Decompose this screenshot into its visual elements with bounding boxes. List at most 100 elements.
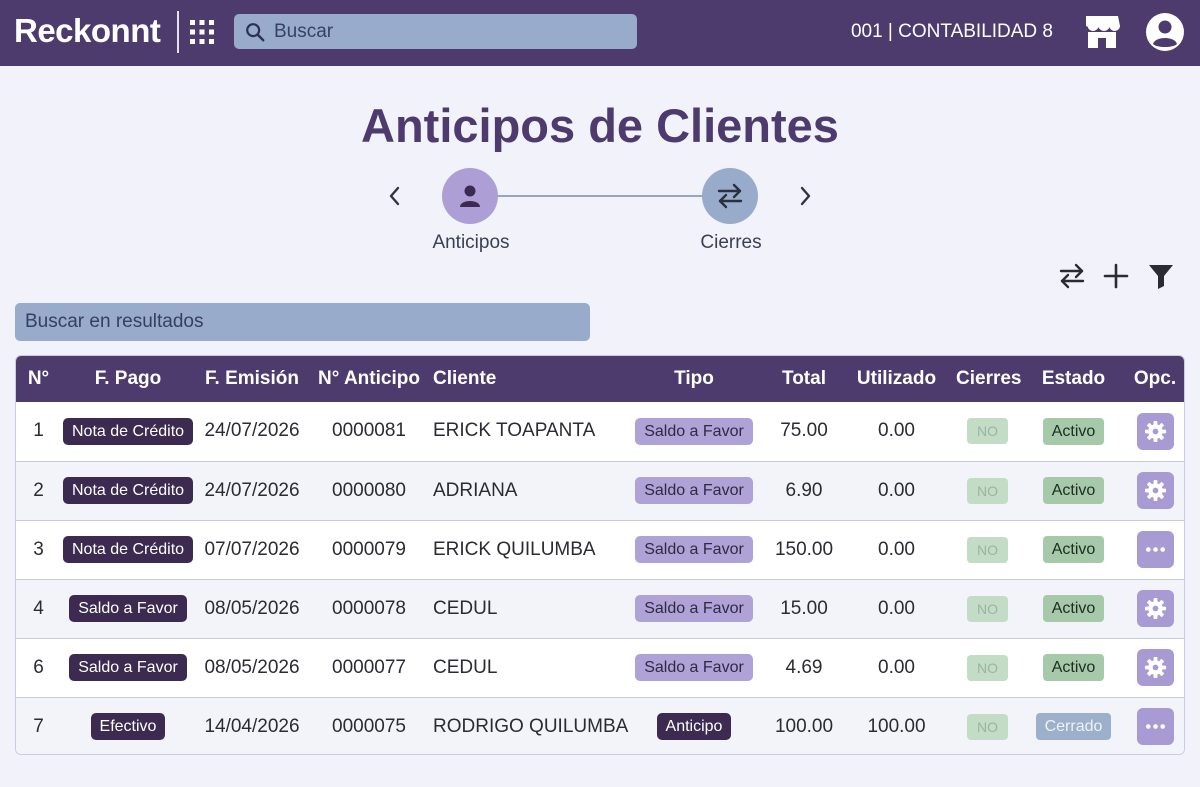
cell-total: 4.69 [785, 656, 823, 678]
column-header-fecha-emision[interactable]: F. Emisión [195, 356, 309, 402]
cell-fecha-emision: 14/04/2026 [204, 715, 300, 737]
chevron-right-icon[interactable] [793, 183, 817, 209]
status-badge: Cerrado [1035, 713, 1112, 741]
column-header-utilizado[interactable]: Utilizado [839, 356, 954, 402]
cell-numero: 2 [33, 479, 44, 501]
status-badge: Activo [1042, 654, 1105, 681]
cell-total: 150.00 [774, 538, 834, 560]
cell-utilizado: 0.00 [878, 656, 915, 678]
type-badge: Saldo a Favor [635, 595, 753, 622]
cell-utilizado: 0.00 [878, 420, 915, 442]
table-row[interactable]: 7 Efectivo 14/04/2026 0000075 RODRIGO QU… [16, 697, 1184, 754]
step-label-anticipos: Anticipos [432, 232, 510, 253]
page-title: Anticipos de Clientes [361, 99, 839, 152]
cell-fecha-pago: Efectivo [61, 697, 195, 754]
cierres-badge: NO [967, 418, 1008, 445]
cell-cliente: RODRIGO QUILUMBA [433, 715, 629, 737]
cell-cierres: NO [954, 579, 1021, 638]
row-options-button[interactable] [1136, 708, 1174, 746]
cell-numero: 4 [33, 597, 44, 619]
cell-numero: 3 [33, 538, 44, 560]
cell-tipo: Saldo a Favor [619, 520, 769, 579]
user-account-icon[interactable] [1145, 12, 1185, 52]
column-header-total[interactable]: Total [769, 356, 839, 402]
row-options-button[interactable] [1136, 590, 1174, 627]
row-options-button[interactable] [1136, 649, 1174, 686]
payment-method-badge: Saldo a Favor [69, 654, 187, 681]
cell-tipo: Saldo a Favor [619, 579, 769, 638]
brand-logo[interactable]: Reckonnt [14, 10, 161, 52]
cell-total: 6.90 [785, 479, 823, 501]
status-badge: Activo [1042, 477, 1105, 504]
cierres-badge: NO [967, 713, 1008, 740]
cell-cliente: CEDUL [433, 597, 498, 619]
cell-opciones [1126, 461, 1184, 520]
cell-tipo: Saldo a Favor [619, 638, 769, 697]
search-icon [246, 23, 265, 42]
cell-estado: Cerrado [1021, 697, 1126, 754]
column-header-numero-anticipo[interactable]: N° Anticipo [309, 356, 429, 402]
cell-estado: Activo [1021, 461, 1126, 520]
column-header-cliente[interactable]: Cliente [429, 356, 619, 402]
cell-opciones [1126, 402, 1184, 461]
cell-fecha-pago: Nota de Crédito [61, 461, 195, 520]
cierres-badge: NO [967, 595, 1008, 622]
step-anticipos[interactable] [442, 168, 498, 224]
cell-numero: 6 [33, 656, 44, 678]
plus-icon[interactable] [1102, 262, 1130, 290]
more-icon [1145, 547, 1165, 552]
column-header-numero[interactable]: N° [16, 356, 61, 402]
cell-tipo: Saldo a Favor [619, 461, 769, 520]
type-badge: Saldo a Favor [635, 654, 753, 681]
type-badge: Anticipo [656, 713, 732, 741]
cell-fecha-emision: 24/07/2026 [204, 420, 300, 442]
apps-grid-icon[interactable] [189, 19, 215, 45]
table-row[interactable]: 2 Nota de Crédito 24/07/2026 0000080 ADR… [16, 461, 1184, 520]
cell-cliente: ERICK QUILUMBA [433, 538, 596, 560]
stepper-connector [498, 195, 704, 197]
step-cierres[interactable] [702, 168, 758, 224]
table-header-row: N° F. Pago F. Emisión N° Anticipo Client… [16, 356, 1184, 402]
filter-icon[interactable] [1147, 262, 1175, 290]
anticipos-table: N° F. Pago F. Emisión N° Anticipo Client… [15, 355, 1185, 755]
table-row[interactable]: 1 Nota de Crédito 24/07/2026 0000081 ERI… [16, 402, 1184, 461]
cell-fecha-pago: Nota de Crédito [61, 402, 195, 461]
store-icon[interactable] [1082, 12, 1122, 50]
results-search-input[interactable] [25, 303, 580, 341]
global-search-input[interactable] [274, 14, 624, 49]
row-options-button[interactable] [1136, 531, 1174, 568]
column-header-tipo[interactable]: Tipo [619, 356, 769, 402]
cell-utilizado: 0.00 [878, 479, 915, 501]
row-options-button[interactable] [1136, 412, 1174, 450]
column-header-estado[interactable]: Estado [1021, 356, 1126, 402]
cell-total: 100.00 [774, 715, 834, 737]
cell-utilizado: 0.00 [878, 538, 915, 560]
status-badge: Activo [1042, 595, 1105, 622]
swap-icon[interactable] [1058, 262, 1086, 290]
brand-divider [177, 11, 179, 53]
row-options-button[interactable] [1136, 472, 1174, 509]
cierres-badge: NO [967, 477, 1008, 504]
column-header-cierres[interactable]: Cierres [954, 356, 1022, 402]
table-row[interactable]: 6 Saldo a Favor 08/05/2026 0000077 CEDUL… [16, 638, 1184, 697]
cell-estado: Activo [1021, 520, 1126, 579]
cell-numero-anticipo: 0000079 [332, 538, 406, 560]
chevron-left-icon[interactable] [383, 183, 407, 209]
column-header-fecha-pago[interactable]: F. Pago [61, 356, 195, 402]
company-selector[interactable]: 001 | CONTABILIDAD 8 [851, 20, 1053, 44]
cell-fecha-emision: 24/07/2026 [204, 479, 300, 501]
cierres-badge: NO [967, 654, 1008, 681]
cell-numero-anticipo: 0000080 [332, 479, 406, 501]
step-label-cierres: Cierres [700, 232, 762, 253]
gear-icon [1144, 597, 1166, 620]
table-row[interactable]: 3 Nota de Crédito 07/07/2026 0000079 ERI… [16, 520, 1184, 579]
payment-method-badge: Nota de Crédito [63, 536, 194, 563]
type-badge: Saldo a Favor [635, 417, 753, 445]
status-badge: Activo [1042, 417, 1105, 445]
global-search[interactable] [234, 14, 637, 49]
table-row[interactable]: 4 Saldo a Favor 08/05/2026 0000078 CEDUL… [16, 579, 1184, 638]
cell-opciones [1126, 520, 1184, 579]
cell-tipo: Anticipo [619, 697, 769, 754]
results-search[interactable] [15, 303, 590, 341]
cell-numero-anticipo: 0000077 [332, 656, 406, 678]
